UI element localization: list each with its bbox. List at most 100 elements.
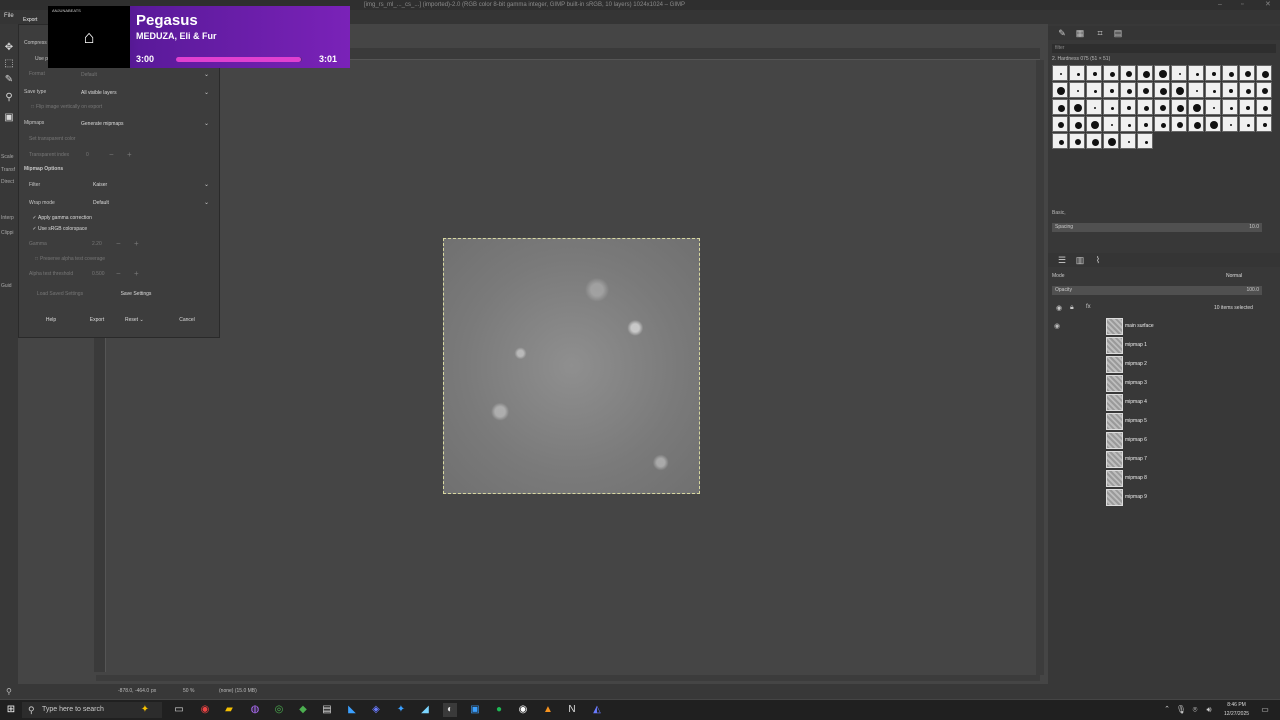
brush-swatch[interactable] bbox=[1120, 65, 1136, 81]
vertical-scrollbar[interactable] bbox=[1036, 60, 1044, 675]
brush-swatch[interactable] bbox=[1137, 82, 1153, 98]
brush-swatch[interactable] bbox=[1103, 116, 1119, 132]
brush-swatch[interactable] bbox=[1222, 82, 1238, 98]
minus-icon[interactable]: − bbox=[116, 239, 121, 248]
brush-swatch[interactable] bbox=[1188, 99, 1204, 115]
app-icon[interactable]: ◍ bbox=[248, 703, 262, 717]
brush-swatch[interactable] bbox=[1188, 65, 1204, 81]
brush-swatch[interactable] bbox=[1069, 133, 1085, 149]
app-icon[interactable]: N bbox=[565, 703, 579, 717]
brush-swatch[interactable] bbox=[1256, 116, 1272, 132]
plus-icon[interactable]: + bbox=[127, 150, 132, 159]
foreground-color-icon[interactable]: ▣ bbox=[3, 112, 15, 124]
brush-swatch[interactable] bbox=[1052, 116, 1068, 132]
srgb-checkbox[interactable]: ✓Use sRGB colorspace bbox=[31, 225, 87, 233]
gimp-icon[interactable]: ◐ bbox=[443, 703, 457, 717]
dialog-tab[interactable]: Export bbox=[23, 17, 37, 23]
brush-swatch[interactable] bbox=[1205, 99, 1221, 115]
filter-combo[interactable]: Kaiser ⌄ bbox=[91, 180, 211, 190]
brush-swatch[interactable] bbox=[1137, 65, 1153, 81]
network-icon[interactable]: ⌾ bbox=[1188, 703, 1202, 717]
brush-swatch[interactable] bbox=[1154, 99, 1170, 115]
app-icon[interactable]: ◢ bbox=[418, 703, 432, 717]
brush-swatch[interactable] bbox=[1120, 133, 1136, 149]
brush-swatch[interactable] bbox=[1222, 99, 1238, 115]
alpha-threshold-value[interactable]: 0.500 bbox=[92, 271, 105, 277]
cancel-button[interactable]: Cancel bbox=[169, 314, 205, 326]
brush-swatch[interactable] bbox=[1052, 82, 1068, 98]
minus-icon[interactable]: − bbox=[116, 269, 121, 278]
chrome-icon[interactable]: ◎ bbox=[272, 703, 286, 717]
visibility-eye-icon[interactable]: ◉ bbox=[1054, 317, 1060, 336]
move-tool-icon[interactable]: ✥ bbox=[3, 42, 15, 54]
file-explorer-icon[interactable]: ▰ bbox=[222, 703, 236, 717]
windows-start-icon[interactable]: ⊞ bbox=[4, 703, 18, 717]
save-type-combo[interactable]: All visible layers ⌄ bbox=[79, 88, 211, 98]
paths-tab-icon[interactable]: ⌇ bbox=[1092, 254, 1104, 266]
brush-tag[interactable]: Basic, bbox=[1052, 210, 1066, 216]
help-button[interactable]: Help bbox=[33, 314, 69, 326]
brush-swatch[interactable] bbox=[1086, 99, 1102, 115]
brush-swatch[interactable] bbox=[1171, 65, 1187, 81]
use-checkbox-label[interactable]: Use p bbox=[35, 56, 48, 62]
plus-icon[interactable]: + bbox=[134, 269, 139, 278]
app-icon[interactable]: ▤ bbox=[320, 703, 334, 717]
brush-swatch[interactable] bbox=[1086, 116, 1102, 132]
horizontal-scrollbar[interactable] bbox=[96, 675, 1040, 681]
zoom-tool-icon[interactable]: ⚲ bbox=[3, 92, 15, 104]
brush-swatch[interactable] bbox=[1120, 116, 1136, 132]
layer-row[interactable]: mipmap 6 bbox=[1048, 431, 1280, 450]
volume-icon[interactable]: 🔊︎ bbox=[1202, 703, 1216, 717]
brush-swatch[interactable] bbox=[1103, 82, 1119, 98]
brush-swatch[interactable] bbox=[1086, 133, 1102, 149]
brush-swatch[interactable] bbox=[1137, 133, 1153, 149]
brush-swatch[interactable] bbox=[1103, 99, 1119, 115]
brush-swatch[interactable] bbox=[1052, 99, 1068, 115]
taskbar-clock[interactable]: 8:46 PM 12/27/2025 bbox=[1224, 701, 1249, 719]
brush-swatch[interactable] bbox=[1222, 116, 1238, 132]
brush-swatch[interactable] bbox=[1154, 116, 1170, 132]
brush-swatch[interactable] bbox=[1137, 99, 1153, 115]
app-icon[interactable]: ✦ bbox=[394, 703, 408, 717]
brush-swatch[interactable] bbox=[1103, 65, 1119, 81]
mipmaps-combo[interactable]: Generate mipmaps ⌄ bbox=[79, 119, 211, 129]
pattern-tab-icon[interactable]: ▦ bbox=[1074, 27, 1086, 39]
brush-swatch[interactable] bbox=[1239, 65, 1255, 81]
brush-swatch[interactable] bbox=[1188, 116, 1204, 132]
brush-swatch[interactable] bbox=[1086, 65, 1102, 81]
minimize-icon[interactable]: – bbox=[1218, 0, 1222, 10]
brush-swatch[interactable] bbox=[1154, 65, 1170, 81]
save-settings-button[interactable]: Save Settings bbox=[107, 288, 165, 300]
brush-swatch[interactable] bbox=[1086, 82, 1102, 98]
app-icon[interactable]: ◭ bbox=[590, 703, 604, 717]
brush-swatch[interactable] bbox=[1171, 82, 1187, 98]
brush-swatch[interactable] bbox=[1069, 116, 1085, 132]
app-icon[interactable]: ◉ bbox=[516, 703, 530, 717]
brush-swatch[interactable] bbox=[1239, 82, 1255, 98]
minus-icon[interactable]: − bbox=[109, 150, 114, 159]
brush-grid[interactable] bbox=[1052, 65, 1276, 151]
opacity-slider[interactable]: Opacity 100.0 bbox=[1052, 286, 1262, 295]
layer-row[interactable]: ◉ main surface bbox=[1048, 317, 1280, 336]
load-settings-button[interactable]: Load Saved Settings bbox=[29, 288, 91, 300]
brush-swatch[interactable] bbox=[1256, 99, 1272, 115]
layer-row[interactable]: mipmap 8 bbox=[1048, 469, 1280, 488]
wrap-mode-combo[interactable]: Default ⌄ bbox=[91, 198, 211, 208]
tray-chevron-icon[interactable]: ⌃ bbox=[1160, 703, 1174, 717]
brush-swatch[interactable] bbox=[1120, 99, 1136, 115]
mode-select[interactable]: Normal bbox=[1226, 273, 1242, 279]
brush-swatch[interactable] bbox=[1171, 99, 1187, 115]
spacing-slider[interactable]: Spacing 10.0 bbox=[1052, 223, 1262, 232]
channels-tab-icon[interactable]: ▥ bbox=[1074, 254, 1086, 266]
layer-row[interactable]: mipmap 5 bbox=[1048, 412, 1280, 431]
brush-swatch[interactable] bbox=[1103, 133, 1119, 149]
brush-tool-icon[interactable]: ✎ bbox=[3, 74, 15, 86]
export-button[interactable]: Export bbox=[79, 314, 115, 326]
copilot-icon[interactable]: ✦ bbox=[138, 703, 152, 717]
flip-checkbox[interactable]: □ Flip image vertically on export bbox=[29, 103, 102, 111]
spotify-icon[interactable]: ● bbox=[492, 703, 506, 717]
document-tab-icon[interactable]: ▤ bbox=[1112, 27, 1124, 39]
app-icon[interactable]: ◉ bbox=[198, 703, 212, 717]
layer-row[interactable]: mipmap 7 bbox=[1048, 450, 1280, 469]
microphone-icon[interactable]: 🎙︎ bbox=[1174, 703, 1188, 717]
